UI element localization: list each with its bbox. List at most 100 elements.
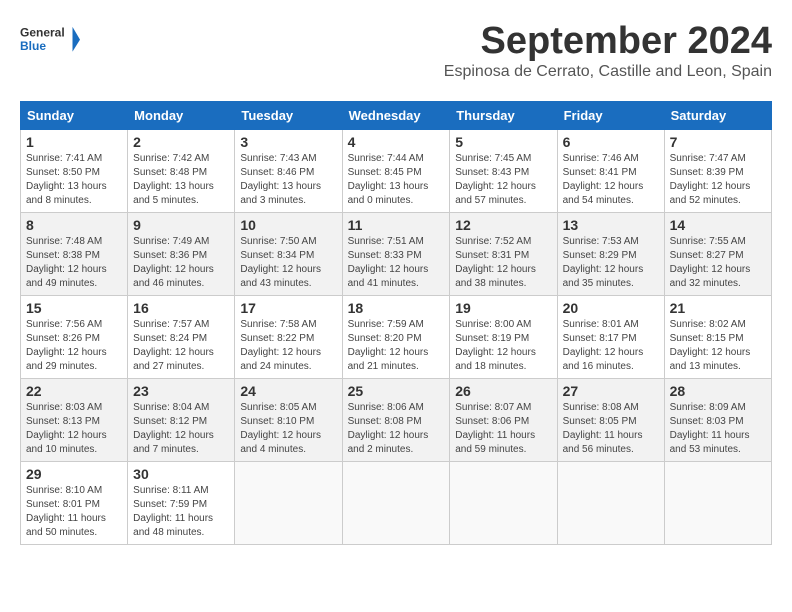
logo-svg: General Blue (20, 20, 80, 60)
day-info: Sunrise: 7:51 AMSunset: 8:33 PMDaylight:… (348, 236, 429, 289)
calendar-cell: 25 Sunrise: 8:06 AMSunset: 8:08 PMDaylig… (342, 379, 450, 462)
day-info: Sunrise: 8:00 AMSunset: 8:19 PMDaylight:… (455, 319, 536, 372)
day-number: 12 (455, 217, 551, 233)
day-number: 10 (240, 217, 336, 233)
svg-text:General: General (20, 26, 65, 40)
day-info: Sunrise: 7:49 AMSunset: 8:36 PMDaylight:… (133, 236, 214, 289)
calendar-cell: 26 Sunrise: 8:07 AMSunset: 8:06 PMDaylig… (450, 379, 557, 462)
day-info: Sunrise: 8:09 AMSunset: 8:03 PMDaylight:… (670, 402, 750, 455)
day-number: 20 (563, 300, 659, 316)
day-number: 5 (455, 134, 551, 150)
calendar-cell: 29 Sunrise: 8:10 AMSunset: 8:01 PMDaylig… (21, 462, 128, 545)
title-section: September 2024 Espinosa de Cerrato, Cast… (444, 20, 772, 89)
day-info: Sunrise: 7:57 AMSunset: 8:24 PMDaylight:… (133, 319, 214, 372)
day-number: 18 (348, 300, 445, 316)
svg-text:Blue: Blue (20, 39, 46, 53)
day-info: Sunrise: 8:04 AMSunset: 8:12 PMDaylight:… (133, 402, 214, 455)
day-number: 25 (348, 383, 445, 399)
day-info: Sunrise: 7:41 AMSunset: 8:50 PMDaylight:… (26, 153, 107, 206)
day-number: 8 (26, 217, 122, 233)
calendar-header-thursday: Thursday (450, 102, 557, 130)
day-info: Sunrise: 8:01 AMSunset: 8:17 PMDaylight:… (563, 319, 644, 372)
day-info: Sunrise: 7:50 AMSunset: 8:34 PMDaylight:… (240, 236, 321, 289)
day-number: 30 (133, 466, 229, 482)
calendar-header-friday: Friday (557, 102, 664, 130)
day-number: 26 (455, 383, 551, 399)
day-number: 1 (26, 134, 122, 150)
day-number: 24 (240, 383, 336, 399)
day-number: 2 (133, 134, 229, 150)
day-info: Sunrise: 7:53 AMSunset: 8:29 PMDaylight:… (563, 236, 644, 289)
day-number: 4 (348, 134, 445, 150)
calendar-cell: 3 Sunrise: 7:43 AMSunset: 8:46 PMDayligh… (235, 130, 342, 213)
day-info: Sunrise: 7:43 AMSunset: 8:46 PMDaylight:… (240, 153, 321, 206)
day-number: 13 (563, 217, 659, 233)
day-number: 14 (670, 217, 766, 233)
day-number: 29 (26, 466, 122, 482)
calendar-table: SundayMondayTuesdayWednesdayThursdayFrid… (20, 101, 772, 545)
calendar-cell: 6 Sunrise: 7:46 AMSunset: 8:41 PMDayligh… (557, 130, 664, 213)
calendar-cell: 19 Sunrise: 8:00 AMSunset: 8:19 PMDaylig… (450, 296, 557, 379)
calendar-cell: 24 Sunrise: 8:05 AMSunset: 8:10 PMDaylig… (235, 379, 342, 462)
day-info: Sunrise: 7:59 AMSunset: 8:20 PMDaylight:… (348, 319, 429, 372)
calendar-cell: 10 Sunrise: 7:50 AMSunset: 8:34 PMDaylig… (235, 213, 342, 296)
calendar-cell (557, 462, 664, 545)
calendar-cell: 27 Sunrise: 8:08 AMSunset: 8:05 PMDaylig… (557, 379, 664, 462)
calendar-cell: 11 Sunrise: 7:51 AMSunset: 8:33 PMDaylig… (342, 213, 450, 296)
calendar-cell: 28 Sunrise: 8:09 AMSunset: 8:03 PMDaylig… (664, 379, 771, 462)
day-info: Sunrise: 8:03 AMSunset: 8:13 PMDaylight:… (26, 402, 107, 455)
calendar-cell: 13 Sunrise: 7:53 AMSunset: 8:29 PMDaylig… (557, 213, 664, 296)
day-info: Sunrise: 7:45 AMSunset: 8:43 PMDaylight:… (455, 153, 536, 206)
day-number: 3 (240, 134, 336, 150)
day-number: 21 (670, 300, 766, 316)
calendar-cell: 15 Sunrise: 7:56 AMSunset: 8:26 PMDaylig… (21, 296, 128, 379)
day-number: 19 (455, 300, 551, 316)
calendar-header-tuesday: Tuesday (235, 102, 342, 130)
calendar-cell (342, 462, 450, 545)
month-title: September 2024 (444, 20, 772, 63)
calendar-cell: 18 Sunrise: 7:59 AMSunset: 8:20 PMDaylig… (342, 296, 450, 379)
day-number: 6 (563, 134, 659, 150)
calendar-cell (664, 462, 771, 545)
day-info: Sunrise: 8:11 AMSunset: 7:59 PMDaylight:… (133, 485, 213, 538)
day-number: 9 (133, 217, 229, 233)
calendar-cell: 7 Sunrise: 7:47 AMSunset: 8:39 PMDayligh… (664, 130, 771, 213)
calendar-cell: 20 Sunrise: 8:01 AMSunset: 8:17 PMDaylig… (557, 296, 664, 379)
day-info: Sunrise: 8:10 AMSunset: 8:01 PMDaylight:… (26, 485, 106, 538)
calendar-header-sunday: Sunday (21, 102, 128, 130)
calendar-cell: 23 Sunrise: 8:04 AMSunset: 8:12 PMDaylig… (128, 379, 235, 462)
logo: General Blue (20, 20, 80, 60)
day-number: 27 (563, 383, 659, 399)
day-number: 11 (348, 217, 445, 233)
calendar-cell: 2 Sunrise: 7:42 AMSunset: 8:48 PMDayligh… (128, 130, 235, 213)
day-number: 15 (26, 300, 122, 316)
day-number: 22 (26, 383, 122, 399)
day-info: Sunrise: 8:08 AMSunset: 8:05 PMDaylight:… (563, 402, 643, 455)
day-number: 16 (133, 300, 229, 316)
calendar-header-monday: Monday (128, 102, 235, 130)
day-info: Sunrise: 7:47 AMSunset: 8:39 PMDaylight:… (670, 153, 751, 206)
calendar-cell: 30 Sunrise: 8:11 AMSunset: 7:59 PMDaylig… (128, 462, 235, 545)
calendar-cell: 22 Sunrise: 8:03 AMSunset: 8:13 PMDaylig… (21, 379, 128, 462)
calendar-cell: 16 Sunrise: 7:57 AMSunset: 8:24 PMDaylig… (128, 296, 235, 379)
calendar-cell: 4 Sunrise: 7:44 AMSunset: 8:45 PMDayligh… (342, 130, 450, 213)
day-info: Sunrise: 7:46 AMSunset: 8:41 PMDaylight:… (563, 153, 644, 206)
day-number: 7 (670, 134, 766, 150)
calendar-header-wednesday: Wednesday (342, 102, 450, 130)
calendar-cell: 14 Sunrise: 7:55 AMSunset: 8:27 PMDaylig… (664, 213, 771, 296)
day-number: 17 (240, 300, 336, 316)
calendar-cell (450, 462, 557, 545)
day-info: Sunrise: 7:42 AMSunset: 8:48 PMDaylight:… (133, 153, 214, 206)
day-number: 23 (133, 383, 229, 399)
day-info: Sunrise: 7:56 AMSunset: 8:26 PMDaylight:… (26, 319, 107, 372)
day-info: Sunrise: 8:02 AMSunset: 8:15 PMDaylight:… (670, 319, 751, 372)
calendar-cell: 5 Sunrise: 7:45 AMSunset: 8:43 PMDayligh… (450, 130, 557, 213)
day-number: 28 (670, 383, 766, 399)
day-info: Sunrise: 7:58 AMSunset: 8:22 PMDaylight:… (240, 319, 321, 372)
day-info: Sunrise: 8:05 AMSunset: 8:10 PMDaylight:… (240, 402, 321, 455)
calendar-cell (235, 462, 342, 545)
location-title: Espinosa de Cerrato, Castille and Leon, … (444, 63, 772, 81)
calendar-cell: 1 Sunrise: 7:41 AMSunset: 8:50 PMDayligh… (21, 130, 128, 213)
calendar-header-saturday: Saturday (664, 102, 771, 130)
calendar-cell: 8 Sunrise: 7:48 AMSunset: 8:38 PMDayligh… (21, 213, 128, 296)
